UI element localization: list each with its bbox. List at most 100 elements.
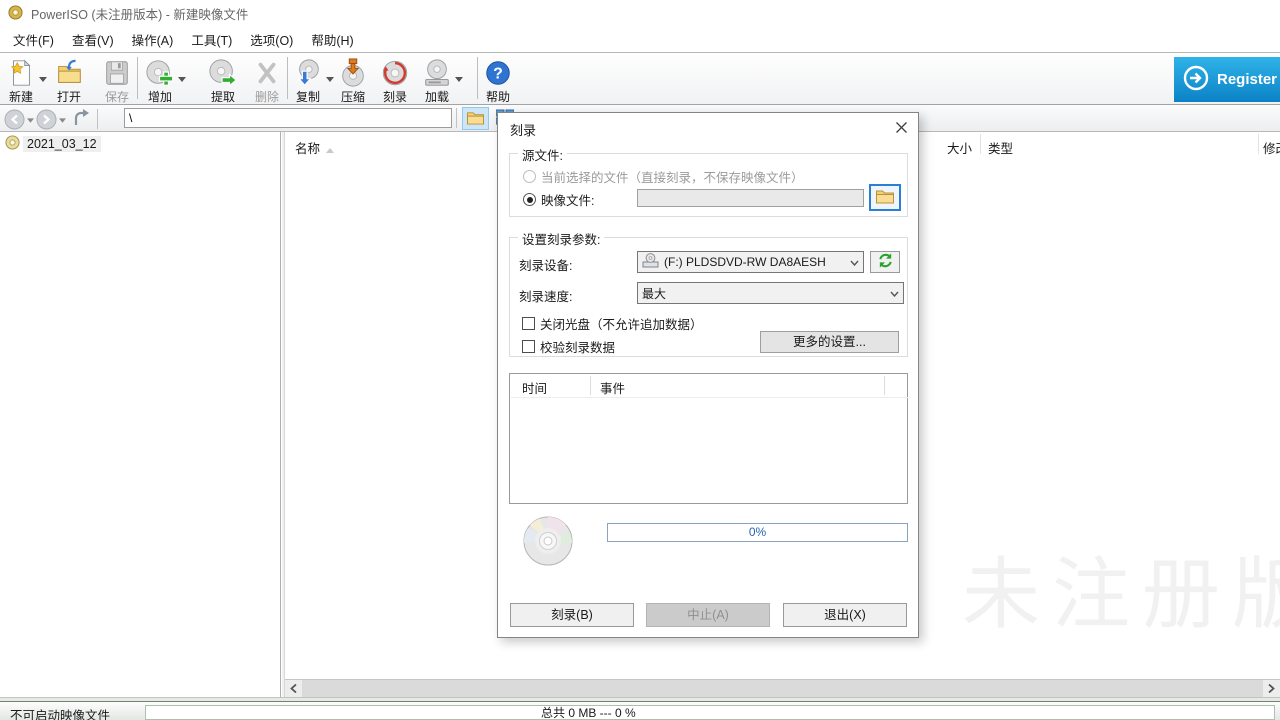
menu-action[interactable]: 操作(A) — [123, 26, 183, 53]
toolbar-button-extract[interactable]: 提取 — [208, 56, 238, 102]
copy-dropdown-caret[interactable] — [323, 56, 336, 102]
checkbox-verify-data[interactable]: 校验刻录数据 — [522, 337, 615, 356]
drive-icon — [642, 253, 659, 271]
more-settings-button[interactable]: 更多的设置... — [760, 331, 899, 353]
params-group-legend: 设置刻录参数: — [518, 229, 604, 248]
checkbox-close-disc[interactable]: 关闭光盘（不允许追加数据） — [522, 314, 703, 333]
toolbar-separator — [137, 57, 138, 99]
log-column-separator[interactable] — [590, 376, 591, 395]
toolbar-button-open[interactable]: 打开 — [54, 56, 84, 102]
horizontal-scrollbar[interactable] — [285, 679, 1280, 697]
log-column-event[interactable]: 事件 — [600, 378, 625, 397]
menu-file[interactable]: 文件(F) — [4, 26, 63, 53]
toolbar-button-compress[interactable]: 压缩 — [338, 56, 368, 102]
copy-disc-icon — [293, 58, 323, 88]
folder-icon — [875, 188, 895, 207]
scroll-left-button[interactable] — [285, 680, 302, 697]
forward-dropdown-caret[interactable] — [59, 112, 66, 126]
burn-speed-select[interactable]: 最大 — [637, 282, 904, 304]
source-file-group: 源文件: 当前选择的文件（直接刻录，不保存映像文件） 映像文件: — [509, 153, 908, 217]
status-bootable-text: 不可启动映像文件 — [10, 705, 110, 720]
forward-button[interactable] — [36, 109, 57, 130]
menu-tools[interactable]: 工具(T) — [182, 26, 241, 53]
column-header-name[interactable]: 名称 — [295, 138, 320, 157]
sort-ascending-icon — [326, 142, 334, 156]
toolbar-button-burn[interactable]: 刻录 — [380, 56, 410, 102]
unregistered-watermark: 未注册版 — [962, 545, 1280, 655]
toolbar-button-new[interactable]: 新建 — [6, 56, 36, 102]
tree-pane: 2021_03_12 — [0, 132, 281, 697]
log-column-time[interactable]: 时间 — [522, 378, 547, 397]
main-toolbar: 新建 打开 保存 增加 提取 删除 复制 压缩 刻录 加载 ? — [0, 54, 1280, 105]
mount-dropdown-caret[interactable] — [452, 56, 465, 102]
checkbox-icon — [522, 340, 535, 353]
add-dropdown-caret[interactable] — [175, 56, 188, 102]
column-separator[interactable] — [1258, 134, 1259, 154]
dialog-title: 刻录 — [510, 120, 536, 139]
toolbar-button-add[interactable]: 增加 — [145, 56, 175, 102]
column-header-modified[interactable]: 修改时间 — [1263, 138, 1280, 157]
toolbar-button-label: 帮助 — [486, 88, 510, 105]
burn-progress-bar: 0% — [607, 523, 908, 542]
register-label: Register — [1217, 71, 1277, 88]
compress-disc-icon — [338, 58, 368, 88]
toolbar-button-label: 压缩 — [341, 88, 365, 105]
chevron-down-icon — [850, 255, 859, 269]
image-file-input[interactable] — [637, 189, 864, 207]
radio-circle-icon — [523, 170, 536, 183]
exit-button[interactable]: 退出(X) — [783, 603, 907, 627]
radio-current-files: 当前选择的文件（直接刻录，不保存映像文件） — [523, 167, 804, 186]
delete-x-icon — [252, 58, 282, 88]
abort-button: 中止(A) — [646, 603, 770, 627]
add-files-disc-icon — [145, 58, 175, 88]
burn-dialog: 刻录 源文件: 当前选择的文件（直接刻录，不保存映像文件） 映像文件: 设置刻录… — [497, 112, 919, 638]
chevron-down-icon — [890, 286, 899, 300]
scroll-right-button[interactable] — [1263, 680, 1280, 697]
burn-params-group: 设置刻录参数: 刻录设备: (F:) PLDSDVD-RW DA8AESH 刻录… — [509, 237, 908, 357]
folder-icon — [466, 110, 485, 128]
column-header-type[interactable]: 类型 — [988, 138, 1013, 157]
tree-item-label: 2021_03_12 — [23, 136, 101, 152]
menu-options[interactable]: 选项(O) — [241, 26, 302, 53]
burn-button[interactable]: 刻录(B) — [510, 603, 634, 627]
save-floppy-icon — [102, 58, 132, 88]
disc-icon — [5, 135, 20, 153]
menu-view[interactable]: 查看(V) — [63, 26, 123, 53]
open-folder-icon — [54, 58, 84, 88]
toolbar-button-help[interactable]: ? 帮助 — [483, 56, 513, 102]
help-icon: ? — [483, 58, 513, 88]
toolbar-button-label: 复制 — [296, 88, 320, 105]
back-dropdown-caret[interactable] — [27, 112, 34, 126]
close-icon[interactable] — [890, 117, 912, 137]
radio-current-files-label: 当前选择的文件（直接刻录，不保存映像文件） — [541, 167, 804, 186]
toolbar-button-label: 加载 — [425, 88, 449, 105]
path-input[interactable] — [124, 108, 452, 128]
tree-item-image-root[interactable]: 2021_03_12 — [0, 132, 280, 153]
back-button[interactable] — [4, 109, 25, 130]
toolbar-button-mount[interactable]: 加载 — [422, 56, 452, 102]
burn-disc-icon — [380, 58, 410, 88]
menu-help[interactable]: 帮助(H) — [302, 26, 362, 53]
log-column-separator[interactable] — [884, 376, 885, 395]
radio-image-file[interactable]: 映像文件: — [523, 190, 594, 209]
browse-button[interactable] — [869, 184, 901, 211]
refresh-devices-button[interactable] — [870, 251, 900, 273]
refresh-icon — [877, 252, 894, 272]
addressbar-separator — [97, 109, 98, 129]
up-level-icon[interactable] — [72, 108, 92, 130]
folder-view-button[interactable] — [462, 107, 489, 130]
new-document-icon — [6, 58, 36, 88]
toolbar-button-delete: 删除 — [252, 56, 282, 102]
speed-label: 刻录速度: — [519, 286, 572, 305]
toolbar-button-label: 打开 — [57, 88, 81, 105]
register-button[interactable]: Register — [1174, 57, 1280, 102]
toolbar-button-copy[interactable]: 复制 — [293, 56, 323, 102]
status-total-text: 总共 0 MB --- 0 % — [541, 704, 636, 720]
burn-device-select[interactable]: (F:) PLDSDVD-RW DA8AESH — [637, 251, 864, 273]
cd-disc-image — [522, 515, 574, 567]
addressbar-separator — [456, 108, 457, 128]
new-dropdown-caret[interactable] — [36, 56, 49, 102]
column-separator[interactable] — [980, 134, 981, 154]
checkbox-close-disc-label: 关闭光盘（不允许追加数据） — [540, 314, 703, 333]
menu-bar: 文件(F) 查看(V) 操作(A) 工具(T) 选项(O) 帮助(H) — [0, 27, 1280, 53]
